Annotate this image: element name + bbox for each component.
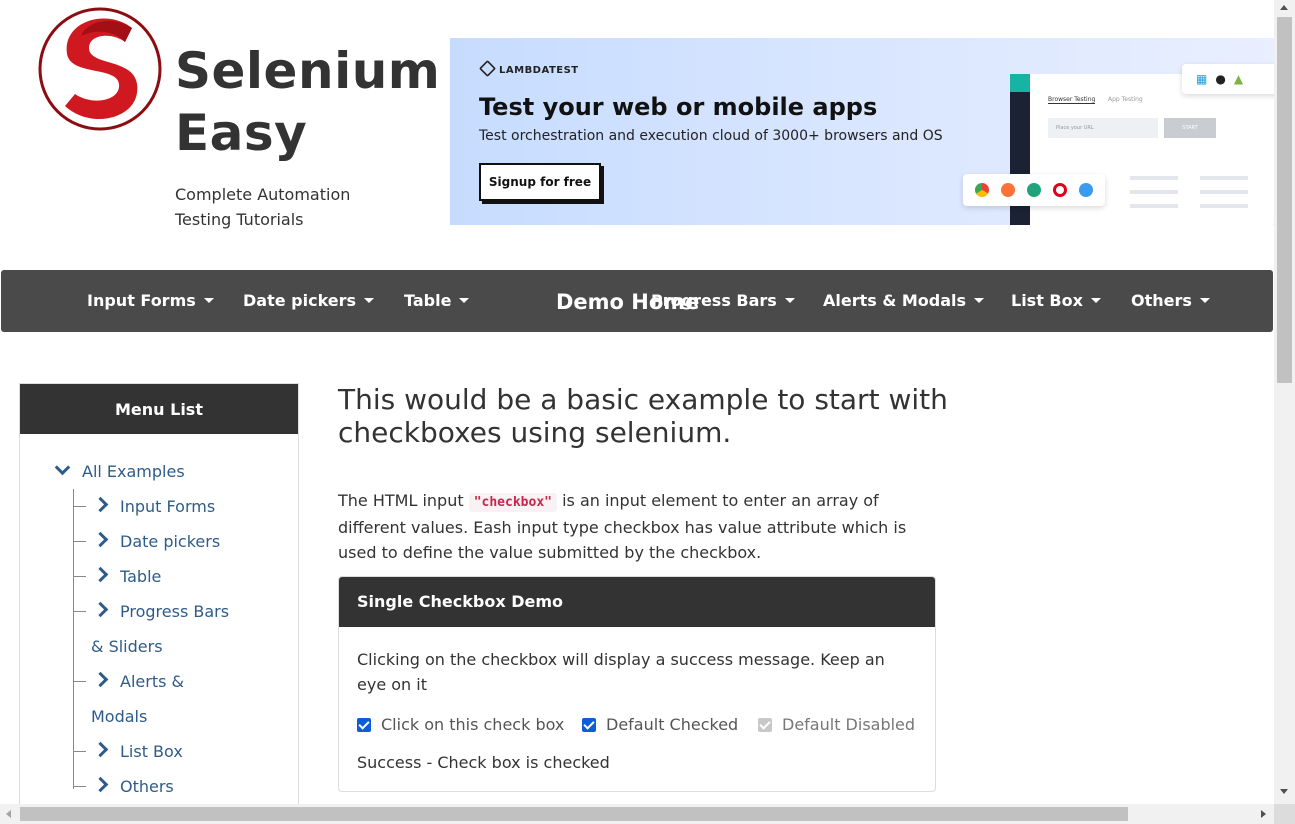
sidebar-item-date-pickers[interactable]: Date pickers: [92, 531, 220, 551]
scroll-down-arrow-icon[interactable]: [1280, 789, 1288, 794]
caret-down-icon: [784, 298, 795, 303]
chrome-icon: [975, 183, 989, 197]
brand-subtitle: Complete Automation Testing Tutorials: [175, 185, 351, 229]
nav-list-box[interactable]: List Box: [1011, 270, 1101, 332]
scroll-right-arrow-icon[interactable]: [1261, 810, 1266, 818]
tree-line: [73, 489, 74, 789]
chevron-right-icon: [92, 496, 109, 513]
intro-text: The HTML input "checkbox" is an input el…: [338, 491, 907, 562]
chevron-right-icon: [92, 741, 109, 758]
checkbox-default-checked[interactable]: Default Checked: [582, 715, 738, 734]
caret-down-icon: [364, 298, 375, 303]
nav-progress-bars[interactable]: Progress Bars: [651, 270, 795, 332]
sidebar-item-progress-bars[interactable]: Progress Bars: [92, 601, 229, 621]
nav-alerts-modals[interactable]: Alerts & Modals: [823, 270, 985, 332]
horizontal-scroll-thumb[interactable]: [20, 807, 1128, 821]
nav-input-forms[interactable]: Input Forms: [87, 270, 214, 332]
chevron-down-icon: [54, 459, 71, 476]
chevron-right-icon: [92, 566, 109, 583]
nav-others[interactable]: Others: [1131, 270, 1210, 332]
sidebar-item-others[interactable]: Others: [92, 776, 174, 796]
os-icons: ▦ ● ▲: [1182, 64, 1275, 94]
checkbox-checked-icon[interactable]: [357, 718, 371, 732]
ad-headline: Test your web or mobile apps: [479, 93, 878, 121]
safari-icon: [1079, 183, 1093, 197]
android-icon: ▲: [1233, 72, 1244, 86]
single-checkbox-panel: Single Checkbox Demo Clicking on the che…: [338, 576, 936, 792]
checkbox-checked-icon[interactable]: [582, 718, 596, 732]
caret-down-icon: [974, 298, 985, 303]
nav-date-pickers[interactable]: Date pickers: [243, 270, 375, 332]
lambdatest-logo: LAMBDATEST: [479, 60, 579, 77]
vertical-scrollbar[interactable]: [1274, 0, 1295, 804]
caret-down-icon: [1199, 298, 1210, 303]
chevron-right-icon: [92, 601, 109, 618]
checkbox-disabled-icon: [758, 718, 772, 732]
browser-icons: [963, 174, 1105, 206]
mock-url-field: Place your URL: [1048, 118, 1158, 138]
windows-icon: ▦: [1196, 72, 1208, 86]
lambdatest-ad-banner[interactable]: LAMBDATEST Test your web or mobile apps …: [450, 38, 1275, 225]
scrollbar-corner: [1274, 804, 1295, 824]
code-checkbox: "checkbox": [468, 493, 557, 512]
caret-down-icon: [203, 298, 214, 303]
sidebar-item-all-examples[interactable]: All Examples: [54, 459, 185, 481]
sidebar-item-input-forms[interactable]: Input Forms: [92, 496, 215, 516]
caret-down-icon: [1090, 298, 1101, 303]
selenium-easy-logo: [38, 7, 162, 131]
sidebar-item-progress-bars-cont[interactable]: & Sliders: [91, 637, 163, 656]
opera-icon: [1053, 183, 1067, 197]
sidebar-item-list-box[interactable]: List Box: [92, 741, 183, 761]
sidebar-item-alerts-modals-cont[interactable]: Modals: [91, 707, 147, 726]
signup-button[interactable]: Signup for free: [479, 163, 601, 201]
ad-text: Test orchestration and execution cloud o…: [479, 128, 943, 144]
chevron-right-icon: [92, 671, 109, 688]
sidebar-menu: Menu List All Examples Input Forms Date …: [19, 383, 299, 824]
mock-tab-app-testing: App Testing: [1108, 96, 1143, 103]
caret-down-icon: [459, 298, 470, 303]
panel-description: Clicking on the checkbox will display a …: [357, 650, 885, 694]
checkbox-click-on-this[interactable]: Click on this check box: [357, 715, 564, 734]
apple-icon: ●: [1215, 72, 1226, 86]
checkbox-default-disabled: Default Disabled: [758, 715, 915, 734]
vertical-scroll-thumb[interactable]: [1277, 17, 1292, 383]
mock-tab-browser-testing: Browser Testing: [1048, 96, 1096, 104]
success-message: Success - Check box is checked: [357, 753, 610, 772]
panel-heading: Single Checkbox Demo: [339, 577, 935, 627]
scroll-up-arrow-icon[interactable]: [1280, 5, 1288, 10]
mock-start-button: START: [1164, 118, 1216, 138]
chevron-right-icon: [92, 531, 109, 548]
chevron-right-icon: [92, 776, 109, 793]
main-navbar: Demo Home Input Forms Date pickers Table…: [1, 270, 1273, 332]
page-title: This would be a basic example to start w…: [338, 383, 948, 449]
firefox-icon: [1001, 183, 1015, 197]
edge-icon: [1027, 183, 1041, 197]
brand-title[interactable]: Selenium Easy: [175, 40, 445, 164]
horizontal-scrollbar[interactable]: [0, 804, 1274, 824]
sidebar-item-table[interactable]: Table: [92, 566, 161, 586]
nav-table[interactable]: Table: [404, 270, 470, 332]
sidebar-heading: Menu List: [20, 384, 298, 434]
scroll-left-arrow-icon[interactable]: [6, 810, 11, 818]
sidebar-item-alerts-modals[interactable]: Alerts &: [92, 671, 184, 691]
